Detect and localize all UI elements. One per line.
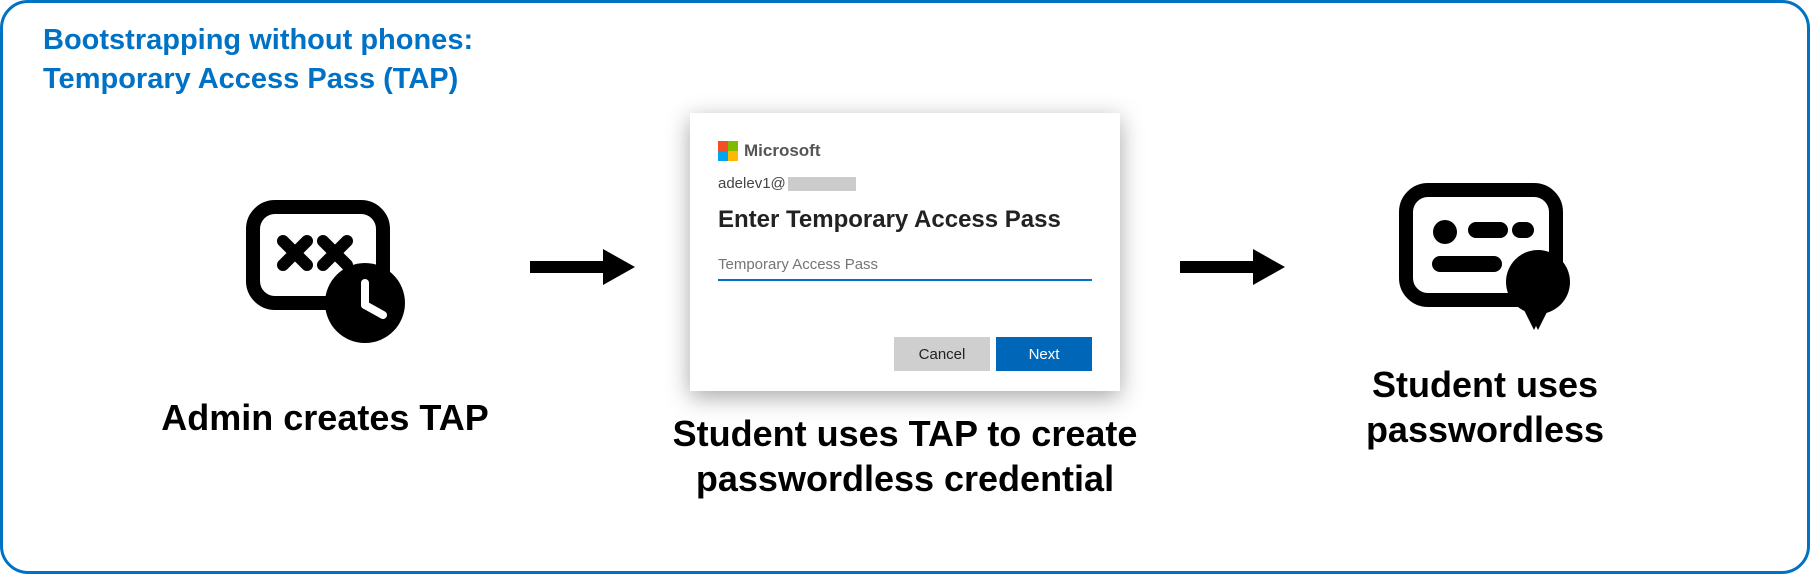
dialog-heading: Enter Temporary Access Pass [718,206,1092,234]
steps-row: Admin creates TAP Microsoft [3,63,1807,551]
microsoft-name: Microsoft [744,141,821,161]
tap-dialog: Microsoft adelev1@ Enter Temporary Acces… [690,113,1120,391]
user-prefix: adelev1@ [718,175,786,192]
arrow-1 [515,237,645,297]
step3-caption: Student uses passwordless [1366,362,1604,452]
microsoft-logo-icon [718,141,738,161]
step2-caption: Student uses TAP to create passwordless … [673,411,1138,501]
step2-caption-line2: passwordless credential [696,458,1114,499]
dialog-buttons: Cancel Next [718,337,1092,371]
redacted-domain [788,177,856,191]
microsoft-brand: Microsoft [718,141,1092,161]
credential-badge-icon [1390,162,1580,342]
tap-input[interactable] [718,252,1092,281]
step-student-uses-tap: Microsoft adelev1@ Enter Temporary Acces… [645,113,1165,501]
arrow-right-icon [1175,237,1285,297]
step1-caption: Admin creates TAP [161,395,488,440]
title-line-1: Bootstrapping without phones: [43,24,473,56]
cancel-button[interactable]: Cancel [894,337,990,371]
user-identity: adelev1@ [718,175,1092,192]
step-admin-creates-tap: Admin creates TAP [135,175,515,440]
step2-caption-line1: Student uses TAP to create [673,413,1138,454]
arrow-2 [1165,237,1295,297]
step3-caption-line2: passwordless [1366,409,1604,450]
step3-caption-line1: Student uses [1372,364,1598,405]
next-button[interactable]: Next [996,337,1092,371]
step-student-passwordless: Student uses passwordless [1295,162,1675,452]
arrow-right-icon [525,237,635,297]
diagram-frame: Bootstrapping without phones: Temporary … [0,0,1810,574]
password-clock-icon [235,175,415,355]
